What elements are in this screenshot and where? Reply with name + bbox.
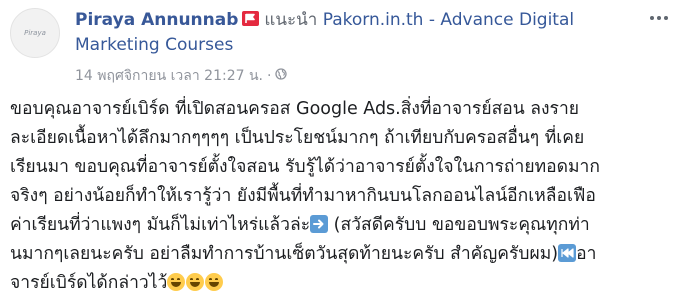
- body-text-segment: จารย์เบิร์ดได้กล่าวไว้: [10, 273, 168, 293]
- recommend-flag-icon: [242, 11, 260, 26]
- body-line: จริงๆ อย่างน้อยก็ทำให้เรารู้ว่า ยังมีพื้…: [10, 186, 596, 206]
- more-dot: [664, 16, 668, 20]
- tears-of-joy-emoji: [186, 273, 205, 291]
- tears-of-joy-emoji: [205, 273, 224, 291]
- post-body: ขอบคุณอาจารย์เบิร์ด ที่เปิดสอนครอส Googl…: [10, 95, 675, 298]
- body-text-segment: ค่าเรียนที่ว่าแพงๆ มันก็ไม่เท่าไหร่แล้วล…: [10, 215, 311, 235]
- right-arrow-emoji: [310, 215, 329, 233]
- tears-of-joy-emoji: [167, 273, 186, 291]
- body-line: ละเอียดเนื้อหาได้ลึกมากๆๆๆๆ เป็นประโยชน์…: [10, 128, 585, 148]
- post-header: Piraya Annunnab แนะนำ Pakorn.in.th - Adva…: [75, 8, 635, 87]
- recommends-label: แนะนำ: [264, 10, 318, 30]
- post-meta: 14 พฤศจิกายน เวลา 21:27 น. ·: [75, 65, 635, 87]
- avatar[interactable]: Piraya: [10, 8, 60, 58]
- more-options-icon[interactable]: [646, 11, 672, 25]
- more-dot: [657, 16, 661, 20]
- post-title-line: Piraya Annunnab แนะนำ Pakorn.in.th - Adva…: [75, 8, 635, 58]
- meta-separator: ·: [266, 68, 272, 84]
- body-text-segment: อา: [576, 244, 597, 264]
- post-card: Piraya Piraya Annunnab แนะนำ Pakorn.in.th…: [0, 0, 679, 294]
- avatar-text: Piraya: [24, 29, 46, 37]
- author-name[interactable]: Piraya Annunnab: [75, 10, 238, 30]
- body-text-segment: นมากๆเลยนะครับ อย่าลืมทำการบ้านเซ็ตวันสุ…: [10, 244, 559, 264]
- body-line: นมากๆเลยนะครับ อย่าลืมทำการบ้านเซ็ตวันสุ…: [10, 240, 675, 269]
- globe-icon[interactable]: [275, 68, 288, 84]
- body-line: ขอบคุณอาจารย์เบิร์ด ที่เปิดสอนครอส Googl…: [10, 99, 580, 119]
- body-line: ค่าเรียนที่ว่าแพงๆ มันก็ไม่เท่าไหร่แล้วล…: [10, 211, 675, 240]
- rewind-emoji: [558, 244, 577, 262]
- more-dot: [650, 16, 654, 20]
- post-timestamp[interactable]: 14 พฤศจิกายน เวลา 21:27 น.: [75, 65, 263, 87]
- body-line: เรียนมา ขอบคุณที่อาจารย์ตั้งใจสอน รับรู้…: [10, 157, 600, 177]
- body-text-segment: (สวัสดีครับบ ขอขอบพระคุณทุกท่า: [328, 215, 590, 235]
